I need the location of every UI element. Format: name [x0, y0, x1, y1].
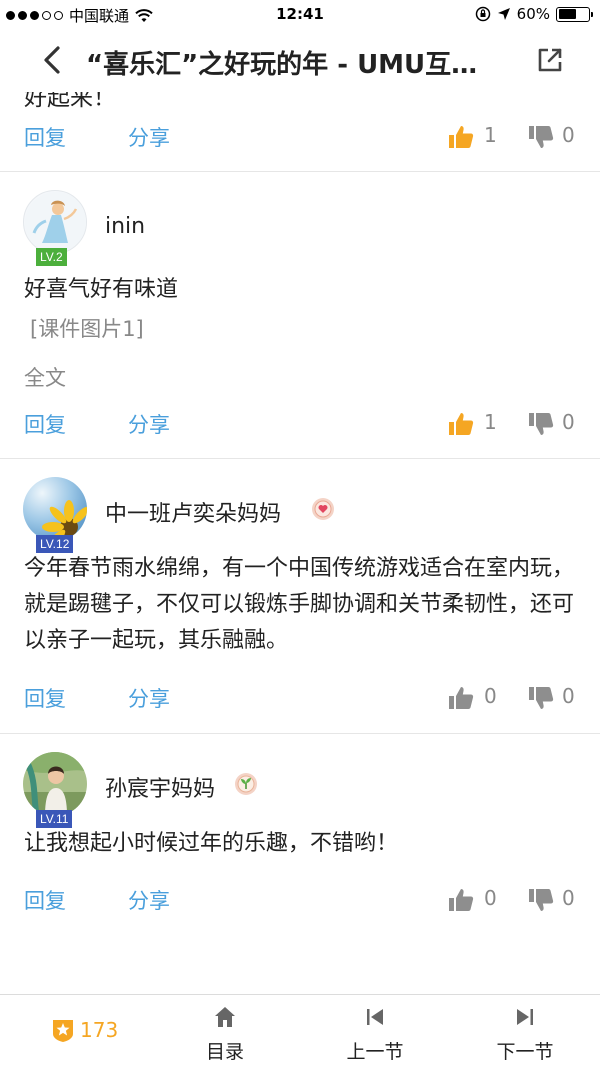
status-right: 60% — [475, 5, 593, 23]
status-bar: 中国联通 12:41 60% — [0, 0, 600, 30]
comment-text: 今年春节雨水绵绵，有一个中国传统游戏适合在室内玩，就是踢毽子，不仅可以锻炼手脚协… — [24, 556, 575, 653]
username[interactable]: inin — [105, 214, 145, 239]
home-icon — [215, 1007, 235, 1027]
reply-button[interactable]: 回复 — [24, 409, 66, 439]
dislike-count: 0 — [562, 886, 575, 910]
avatar[interactable] — [23, 752, 87, 816]
like-count: 0 — [484, 684, 497, 708]
thumbs-up-icon[interactable] — [448, 887, 474, 913]
page-title: “喜乐汇”之好玩的年 - UMU互… — [86, 50, 478, 80]
back-chevron-icon[interactable] — [38, 44, 66, 76]
reply-button[interactable]: 回复 — [24, 683, 66, 713]
avatar-sunflower-photo — [23, 477, 87, 541]
bottom-toolbar: 173 目录 上一节 下一节 — [0, 994, 600, 1067]
thumbs-down-icon[interactable] — [528, 685, 554, 711]
tab-label: 目录 — [205, 1041, 244, 1063]
comment-actions: 回复 分享 0 0 — [0, 881, 600, 921]
dislike-count: 0 — [562, 123, 575, 147]
navigation-bar: “喜乐汇”之好玩的年 - UMU互… — [0, 30, 600, 92]
partial-comment-text: 好起来！ — [24, 92, 116, 111]
thumbs-down-icon[interactable] — [528, 124, 554, 150]
thumbs-down-icon[interactable] — [528, 887, 554, 913]
comment-list: 好起来！ 回复 分享 1 0 LV.2 inin 好喜气好有味道 [课件图片1]… — [0, 92, 600, 992]
thumbs-up-icon[interactable] — [448, 124, 474, 150]
share-button[interactable]: 分享 — [128, 409, 170, 439]
star-badge-icon — [53, 1020, 73, 1042]
share-button[interactable]: 分享 — [128, 683, 170, 713]
share-button[interactable]: 分享 — [128, 122, 170, 152]
battery-icon — [556, 6, 593, 22]
like-count: 0 — [484, 886, 497, 910]
username[interactable]: 中一班卢奕朵妈妈 — [105, 496, 281, 528]
avatar-illustration — [25, 192, 86, 253]
like-count: 1 — [484, 123, 497, 147]
avatar-portrait-photo — [23, 752, 87, 816]
thumbs-up-icon[interactable] — [448, 685, 474, 711]
points-count: 173 — [80, 1018, 119, 1042]
tab-previous-section[interactable]: 上一节 — [325, 1005, 425, 1064]
thumbs-up-icon[interactable] — [448, 411, 474, 437]
tab-catalog[interactable]: 目录 — [175, 1005, 275, 1064]
dislike-count: 0 — [562, 410, 575, 434]
sprout-medal-icon — [235, 773, 257, 795]
comment-text: 好喜气好有味道 — [24, 277, 179, 302]
comment-actions: 回复 分享 0 0 — [0, 679, 600, 719]
level-badge: LV.2 — [36, 248, 67, 266]
share-button[interactable]: 分享 — [128, 885, 170, 915]
comment-text: 让我想起小时候过年的乐趣，不错哟！ — [24, 831, 399, 856]
attachment-link[interactable]: [课件图片1] — [30, 313, 144, 343]
reply-button[interactable]: 回复 — [24, 122, 66, 152]
battery-percent: 60% — [516, 5, 550, 23]
full-text-link[interactable]: 全文 — [24, 362, 66, 392]
reply-button[interactable]: 回复 — [24, 885, 66, 915]
partial-comment-actions: 回复 分享 1 0 — [0, 118, 600, 158]
tab-label: 上一节 — [346, 1041, 404, 1063]
location-arrow-icon — [497, 8, 510, 20]
thumbs-down-icon[interactable] — [528, 411, 554, 437]
comment-item: LV.2 inin 好喜气好有味道 [课件图片1] 全文 回复 分享 1 0 — [0, 172, 600, 458]
external-link-icon[interactable] — [536, 46, 564, 74]
like-count: 1 — [484, 410, 497, 434]
tab-label: 下一节 — [496, 1041, 554, 1063]
rotation-lock-icon — [475, 6, 490, 22]
skip-next-icon — [517, 1009, 533, 1025]
tab-next-section[interactable]: 下一节 — [475, 1005, 575, 1064]
comment-actions: 回复 分享 1 0 — [0, 405, 600, 445]
avatar[interactable] — [23, 190, 87, 254]
avatar[interactable] — [23, 477, 87, 541]
heart-medal-icon — [312, 498, 334, 520]
dislike-count: 0 — [562, 684, 575, 708]
points-display[interactable]: 173 — [50, 1017, 118, 1043]
username[interactable]: 孙宸宇妈妈 — [105, 771, 215, 803]
skip-previous-icon — [367, 1009, 383, 1025]
